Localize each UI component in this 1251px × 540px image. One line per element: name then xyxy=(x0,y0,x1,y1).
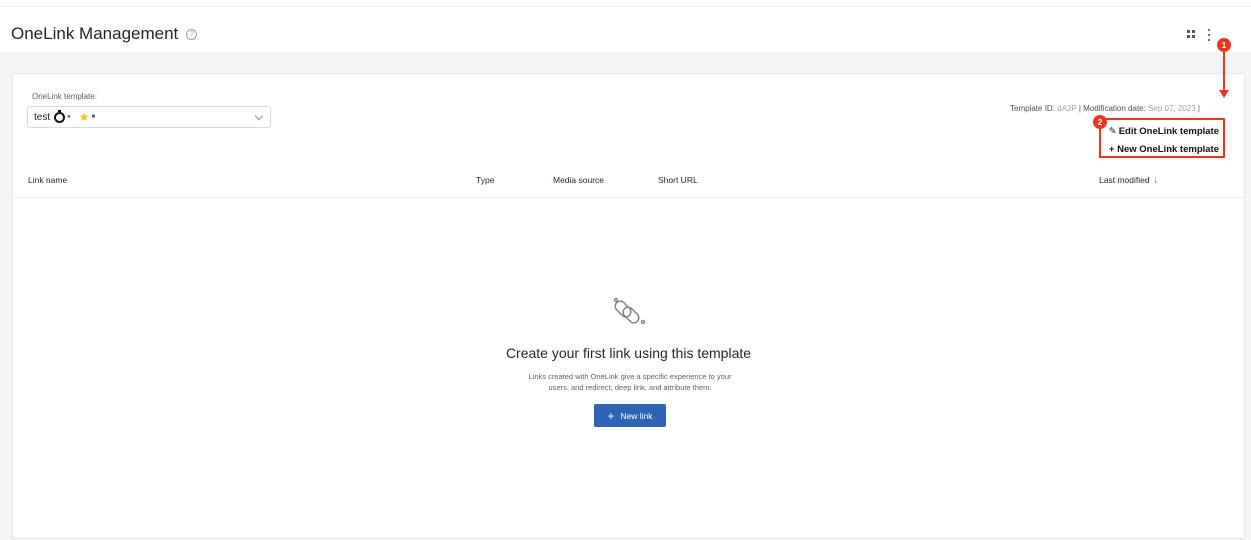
edit-onelink-template-label: Edit OneLink template xyxy=(1118,126,1219,137)
template-selected-value: test xyxy=(34,111,51,123)
template-platform-icons: ● ★ ■ xyxy=(54,109,96,124)
android-icon: ■ xyxy=(91,114,96,120)
star-icon: ★ xyxy=(78,110,90,124)
column-last-modified[interactable]: Last modified ↓ xyxy=(1099,175,1158,185)
column-last-modified-label: Last modified xyxy=(1099,175,1150,185)
modification-date-value: Sep 07, 2023 xyxy=(1148,104,1196,113)
annotation-arrow-head xyxy=(1219,90,1229,98)
column-link-name[interactable]: Link name xyxy=(28,175,67,185)
apple-icon: ● xyxy=(67,114,71,120)
template-id-label: Template ID: xyxy=(1010,104,1055,113)
page-header: OneLink Management ? xyxy=(11,24,198,44)
annotation-badge-2: 2 xyxy=(1093,115,1107,129)
template-id-value: dA2P xyxy=(1057,104,1077,113)
onelink-card: OneLink template: test ● ★ ■ Template ID… xyxy=(12,73,1245,539)
header-divider xyxy=(13,197,1244,198)
column-media-source[interactable]: Media source xyxy=(553,175,604,185)
new-link-label: New link xyxy=(620,410,653,421)
stopwatch-icon xyxy=(54,109,66,123)
qr-code-icon[interactable] xyxy=(1187,30,1195,38)
empty-state-title: Create your first link using this templa… xyxy=(505,345,752,361)
new-link-button[interactable]: + New link xyxy=(594,404,666,427)
template-label: OneLink template: xyxy=(32,92,97,101)
page-title: OneLink Management xyxy=(11,24,179,43)
broken-link-icon xyxy=(613,297,646,325)
meta-separator: | xyxy=(1197,104,1200,113)
template-meta: Template ID: dA2P | Modification date: S… xyxy=(1010,104,1200,113)
edit-onelink-template-item[interactable]: ✎ Edit OneLink template xyxy=(1109,126,1219,137)
column-type[interactable]: Type xyxy=(476,175,494,185)
meta-separator: | xyxy=(1078,104,1081,113)
template-select[interactable]: test ● ★ ■ xyxy=(27,106,271,128)
question-circle-icon[interactable]: ? xyxy=(186,28,198,40)
pencil-icon: ✎ xyxy=(1108,126,1117,137)
new-onelink-template-item[interactable]: + New OneLink template xyxy=(1109,144,1219,155)
empty-state-line-1: Links created with OneLink give a specif… xyxy=(528,372,732,381)
empty-state-description: Links created with OneLink give a specif… xyxy=(480,371,780,393)
plus-icon: + xyxy=(607,408,615,423)
column-short-url[interactable]: Short URL xyxy=(658,175,698,185)
options-menu: ✎ Edit OneLink template + New OneLink tem… xyxy=(1099,118,1225,158)
more-options-icon[interactable] xyxy=(1207,29,1211,41)
annotation-arrow-line xyxy=(1223,52,1225,90)
empty-state-line-2: users, and redirect, deep link, and attr… xyxy=(548,383,712,392)
chevron-down-icon xyxy=(254,111,264,121)
annotation-badge-1: 1 xyxy=(1217,38,1231,52)
arrow-down-icon[interactable]: ↓ xyxy=(1154,175,1158,185)
top-bar xyxy=(0,0,1251,7)
modification-date-label: Modification date: xyxy=(1083,104,1146,113)
